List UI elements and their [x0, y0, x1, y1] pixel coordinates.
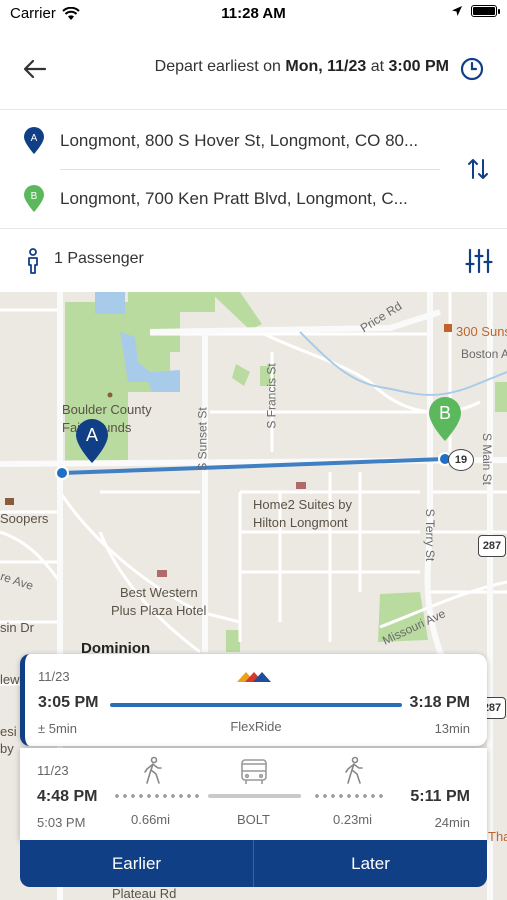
destination-field[interactable]: B Longmont, 700 Ken Pratt Blvd, Longmont… [0, 170, 460, 228]
map-label-home2-2: Hilton Longmont [253, 515, 348, 530]
leg-label-bus: BOLT [237, 812, 270, 827]
header: Depart earliest on Mon, 11/23 at 3:00 PM [0, 28, 507, 110]
destination-text: Longmont, 700 Ken Pratt Blvd, Longmont, … [60, 189, 408, 208]
pin-b-label: B [31, 191, 38, 202]
pin-a-icon: A [24, 127, 44, 154]
map-label-fairgrounds-1: Boulder County [62, 402, 152, 417]
sliders-icon[interactable] [465, 247, 493, 275]
paging-buttons: Earlier Later [20, 840, 487, 887]
depart-date: Mon, 11/23 [285, 58, 367, 75]
map-label-home2-1: Home2 Suites by [253, 497, 352, 512]
trip-sub-depart: 5:03 PM [37, 815, 86, 830]
marker-a-icon: A [76, 419, 108, 463]
pin-b-icon: B [24, 185, 44, 212]
map-label-best-western-2: Plus Plaza Hotel [111, 603, 207, 618]
map-label-new: lew [0, 672, 20, 687]
map-label-sin-dr: sin Dr [0, 620, 34, 635]
depart-at: at [366, 58, 389, 75]
bus-icon [241, 759, 267, 784]
map-label-s-terry: S Terry St [423, 508, 438, 562]
trip-depart-time: 3:05 PM [38, 694, 99, 711]
clock-icon [460, 57, 484, 81]
back-button[interactable] [20, 54, 50, 84]
map-label-resi: esi [0, 724, 17, 739]
map-label-suns: 300 Suns [456, 324, 507, 339]
status-bar: Carrier 11:28 AM [0, 0, 507, 28]
location-arrow-icon [452, 6, 462, 16]
walk-icon [345, 756, 363, 784]
swap-vertical-icon [468, 159, 488, 179]
marker-b-icon: B [429, 397, 461, 441]
origin-field[interactable]: A Longmont, 800 S Hover St, Longmont, CO… [0, 112, 460, 170]
clock-button[interactable] [459, 56, 485, 82]
trip-option-bolt[interactable]: 11/23 4:48 PM 5:11 PM 5:03 PM 0.66mi BOL… [20, 748, 487, 840]
trip-mode: FlexRide [230, 719, 282, 734]
leg-label-walk-2: 0.23mi [333, 812, 373, 827]
marker-b-label: B [439, 403, 451, 423]
map-label-soopers: Soopers [0, 511, 49, 526]
battery-icon [471, 5, 500, 17]
map-label-plateau: Plateau Rd [112, 886, 177, 900]
walk-leg-dots [113, 794, 199, 798]
trip-arrive-time: 5:11 PM [410, 788, 470, 805]
person-icon [28, 248, 38, 274]
depart-time-button[interactable]: Depart earliest on Mon, 11/23 at 3:00 PM [80, 58, 449, 76]
origin-text: Longmont, 800 S Hover St, Longmont, CO 8… [60, 131, 419, 150]
bus-leg-line [208, 794, 301, 798]
walk-icon [144, 756, 162, 784]
trip-depart-time: 4:48 PM [37, 788, 98, 805]
trip-duration: 24min [434, 815, 470, 830]
trip-duration: 13min [434, 721, 470, 736]
depart-prefix: Depart earliest on [154, 58, 286, 75]
map-marker-b[interactable]: B [428, 396, 462, 442]
map-label-boston: Boston A [461, 347, 507, 361]
marker-a-label: A [86, 425, 98, 445]
shield-19: 19 [448, 449, 474, 471]
later-button[interactable]: Later [254, 840, 487, 887]
earlier-button[interactable]: Earlier [20, 840, 253, 887]
passenger-label: 1 Passenger [54, 250, 144, 267]
pin-a-label: A [31, 133, 38, 144]
map-label-by: by [0, 741, 14, 756]
trip-date: 11/23 [37, 763, 69, 778]
map-label-tha: Tha [488, 829, 507, 844]
map-label-best-western-1: Best Western [120, 585, 198, 600]
walk-leg-dots [313, 794, 385, 798]
swap-button[interactable] [467, 156, 489, 182]
trip-date: 11/23 [38, 669, 70, 684]
arrow-left-icon [23, 59, 47, 79]
map-label-s-francis: S Francis St [264, 363, 279, 429]
status-time: 11:28 AM [221, 5, 286, 22]
map-label-s-main: S Main St [480, 432, 495, 486]
shield-287: 287 [478, 535, 506, 557]
depart-time: 3:00 PM [388, 58, 449, 75]
trip-route-bar [110, 703, 402, 707]
trip-option-flexride[interactable]: 11/23 3:05 PM 3:18 PM ± 5min FlexRide 13… [20, 654, 487, 746]
leg-label-walk-1: 0.66mi [131, 812, 171, 827]
map-marker-a[interactable]: A [75, 418, 109, 464]
location-inputs: A Longmont, 800 S Hover St, Longmont, CO… [0, 110, 507, 229]
status-right [451, 5, 500, 17]
passenger-row[interactable]: 1 Passenger [0, 229, 507, 292]
trip-arrive-time: 3:18 PM [409, 694, 470, 711]
map-label-s-sunset: S Sunset St [195, 407, 210, 471]
flexride-logo-icon [237, 672, 271, 682]
